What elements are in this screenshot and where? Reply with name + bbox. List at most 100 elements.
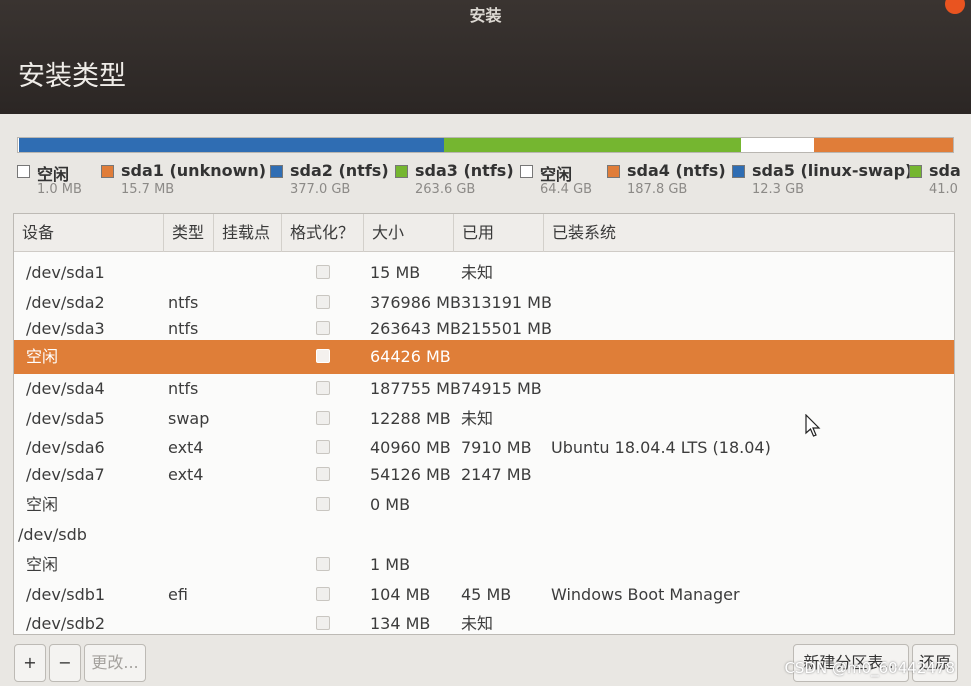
- cell-type: ntfs: [168, 293, 199, 312]
- cell-type: swap: [168, 409, 210, 428]
- legend-name: sda3 (ntfs): [415, 161, 514, 180]
- partition-bar-segment: [813, 138, 953, 152]
- title-bar: 安装 安装类型: [0, 0, 971, 114]
- cell-device: /dev/sda5: [26, 409, 105, 428]
- table-header: 设备 类型 挂载点 格式化？ 大小 已用 已装系统: [14, 214, 954, 252]
- table-row[interactable]: /dev/sda2 ntfs 376986 MB 313191 MB: [14, 289, 954, 317]
- legend-swatch: [270, 165, 283, 178]
- cell-used: 7910 MB: [461, 438, 532, 457]
- col-used[interactable]: 已用: [454, 214, 544, 252]
- legend-size: 187.8 GB: [627, 182, 688, 197]
- add-partition-button[interactable]: +: [14, 644, 46, 682]
- cell-device: /dev/sdb: [18, 525, 87, 544]
- cell-used: 313191 MB: [461, 293, 552, 312]
- format-checkbox[interactable]: [316, 497, 330, 511]
- format-checkbox[interactable]: [316, 467, 330, 481]
- table-row[interactable]: /dev/sdb2 134 MB 未知: [14, 610, 954, 634]
- table-row[interactable]: 空闲 1 MB: [14, 551, 954, 579]
- legend-swatch: [101, 165, 114, 178]
- col-system[interactable]: 已装系统: [544, 214, 954, 252]
- format-checkbox[interactable]: [316, 557, 330, 571]
- table-row[interactable]: 空闲 64426 MB: [14, 340, 954, 374]
- table-row[interactable]: /dev/sda4 ntfs 187755 MB 74915 MB: [14, 375, 954, 403]
- col-type[interactable]: 类型: [164, 214, 214, 252]
- cell-device: /dev/sdb1: [26, 585, 106, 604]
- format-checkbox[interactable]: [316, 411, 330, 425]
- cell-device: /dev/sda2: [26, 293, 105, 312]
- legend-swatch: [395, 165, 408, 178]
- cell-size: 12288 MB: [370, 409, 451, 428]
- legend-size: 263.6 GB: [415, 182, 476, 197]
- watermark: CSDN @m0_60442478: [784, 659, 955, 677]
- cell-size: 40960 MB: [370, 438, 451, 457]
- cell-device: 空闲: [26, 495, 59, 514]
- cell-used: 未知: [461, 409, 494, 428]
- col-size[interactable]: 大小: [364, 214, 454, 252]
- cell-size: 1 MB: [370, 555, 411, 574]
- cell-size: 187755 MB: [370, 379, 461, 398]
- mouse-cursor-icon: [805, 414, 821, 437]
- format-checkbox[interactable]: [316, 295, 330, 309]
- cell-device: /dev/sda7: [26, 465, 105, 484]
- remove-partition-button[interactable]: −: [49, 644, 81, 682]
- cell-device: 空闲: [26, 555, 59, 574]
- format-checkbox[interactable]: [316, 616, 330, 630]
- format-checkbox[interactable]: [316, 587, 330, 601]
- cell-type: ext4: [168, 465, 204, 484]
- cell-used: 74915 MB: [461, 379, 542, 398]
- table-row[interactable]: /dev/sdb1 efi 104 MB 45 MB Windows Boot Mana…: [14, 581, 954, 609]
- format-checkbox[interactable]: [316, 321, 330, 335]
- page-title: 安装类型: [18, 61, 126, 92]
- cell-size: 104 MB: [370, 585, 431, 604]
- legend-name: sda2 (ntfs): [290, 161, 389, 180]
- legend-size: 377.0 GB: [290, 182, 351, 197]
- table-row[interactable]: 空闲 0 MB: [14, 491, 954, 519]
- cell-system: Windows Boot Manager: [551, 585, 740, 604]
- cell-device: 空闲: [26, 347, 59, 366]
- format-checkbox[interactable]: [316, 440, 330, 454]
- cell-type: ntfs: [168, 319, 199, 338]
- col-device[interactable]: 设备: [14, 214, 164, 252]
- table-row[interactable]: /dev/sda6 ext4 40960 MB 7910 MB Ubuntu 18.04…: [14, 434, 954, 462]
- cell-device: /dev/sda4: [26, 379, 105, 398]
- legend-swatch: [17, 165, 30, 178]
- cell-size: 134 MB: [370, 614, 431, 633]
- legend-name: sda4 (ntfs): [627, 161, 726, 180]
- partition-bar-segment: [18, 138, 445, 152]
- col-mount[interactable]: 挂载点: [214, 214, 282, 252]
- format-checkbox[interactable]: [316, 265, 330, 279]
- cell-type: ext4: [168, 438, 204, 457]
- cell-device: /dev/sda3: [26, 319, 105, 338]
- table-row[interactable]: /dev/sda3 ntfs 263643 MB 215501 MB: [14, 315, 954, 343]
- partition-legend: 空闲 1.0 MB sda1 (unknown) 15.7 MB sda2 (ntfs)…: [17, 160, 961, 208]
- legend-swatch: [520, 165, 533, 178]
- table-row[interactable]: /dev/sda1 15 MB 未知: [14, 259, 954, 287]
- legend-size: 12.3 GB: [752, 182, 805, 197]
- cell-used: 215501 MB: [461, 319, 552, 338]
- legend-size: 1.0 MB: [37, 182, 82, 197]
- cell-device: /dev/sda1: [26, 263, 105, 282]
- format-checkbox[interactable]: [316, 381, 330, 395]
- cell-size: 376986 MB: [370, 293, 461, 312]
- partition-bar: [17, 137, 954, 153]
- cell-device: /dev/sdb2: [26, 614, 106, 633]
- window-title: 安装: [469, 6, 502, 25]
- cell-used: 未知: [461, 614, 494, 633]
- cell-type: efi: [168, 585, 188, 604]
- legend-swatch: [909, 165, 922, 178]
- change-partition-button[interactable]: 更改...: [84, 644, 146, 682]
- table-row[interactable]: /dev/sda7 ext4 54126 MB 2147 MB: [14, 461, 954, 489]
- legend-swatch: [732, 165, 745, 178]
- cell-size: 0 MB: [370, 495, 411, 514]
- col-format[interactable]: 格式化？: [282, 214, 364, 252]
- legend-name: sda5 (linux-swap): [752, 161, 913, 180]
- cell-device: /dev/sda6: [26, 438, 105, 457]
- cell-system: Ubuntu 18.04.4 LTS (18.04): [551, 438, 771, 457]
- cell-size: 64426 MB: [370, 347, 451, 366]
- format-checkbox[interactable]: [316, 349, 330, 363]
- table-row[interactable]: /dev/sdb: [14, 521, 954, 549]
- legend-name: sda: [929, 161, 961, 180]
- cell-size: 15 MB: [370, 263, 421, 282]
- legend-size: 41.0: [929, 182, 958, 197]
- legend-size: 64.4 GB: [540, 182, 593, 197]
